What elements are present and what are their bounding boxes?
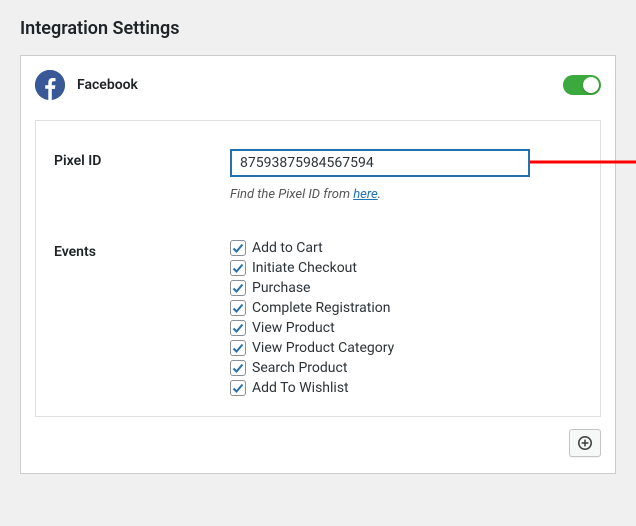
event-item: Add To Wishlist (230, 380, 394, 396)
pixel-id-input[interactable] (230, 149, 530, 177)
event-label: Complete Registration (252, 300, 390, 316)
event-label: Purchase (252, 280, 310, 296)
helper-suffix: . (378, 187, 381, 202)
plus-circle-icon (577, 435, 593, 451)
facebook-icon (35, 70, 65, 100)
pixel-id-row: Pixel ID Find the Pixel ID from here. (54, 149, 582, 202)
event-label: View Product (252, 320, 335, 336)
event-item: Add to Cart (230, 240, 394, 256)
integration-name: Facebook (77, 77, 138, 93)
integration-panel: Facebook Pixel ID Find the Pixel ID from… (20, 55, 616, 474)
event-label: Add to Cart (252, 240, 323, 256)
event-checkbox[interactable] (230, 380, 246, 396)
pixel-id-control: Find the Pixel ID from here. (230, 149, 582, 202)
event-label: View Product Category (252, 340, 394, 356)
pixel-id-label: Pixel ID (54, 149, 230, 169)
integration-form: Pixel ID Find the Pixel ID from here. Ev… (35, 120, 601, 417)
event-checkbox[interactable] (230, 280, 246, 296)
enable-toggle[interactable] (563, 75, 601, 95)
pixel-id-help-link[interactable]: here (353, 187, 377, 202)
panel-header: Facebook (35, 70, 601, 100)
add-integration-button[interactable] (569, 429, 601, 457)
event-item: View Product (230, 320, 394, 336)
toggle-knob (583, 77, 599, 93)
helper-prefix: Find the Pixel ID from (230, 187, 353, 202)
event-label: Initiate Checkout (252, 260, 357, 276)
event-item: Purchase (230, 280, 394, 296)
page-title: Integration Settings (20, 18, 616, 39)
event-label: Add To Wishlist (252, 380, 349, 396)
event-label: Search Product (252, 360, 347, 376)
event-checkbox[interactable] (230, 240, 246, 256)
pixel-id-helper: Find the Pixel ID from here. (230, 187, 582, 202)
event-item: Initiate Checkout (230, 260, 394, 276)
panel-header-left: Facebook (35, 70, 138, 100)
event-checkbox[interactable] (230, 300, 246, 316)
event-checkbox[interactable] (230, 320, 246, 336)
events-row: Events Add to Cart Initiate Checkout Pur… (54, 240, 582, 396)
panel-footer (35, 429, 601, 457)
event-checkbox[interactable] (230, 260, 246, 276)
event-item: View Product Category (230, 340, 394, 356)
event-checkbox[interactable] (230, 340, 246, 356)
events-label: Events (54, 240, 230, 260)
event-item: Complete Registration (230, 300, 394, 316)
event-checkbox[interactable] (230, 360, 246, 376)
events-list: Add to Cart Initiate Checkout Purchase C… (230, 240, 394, 396)
event-item: Search Product (230, 360, 394, 376)
